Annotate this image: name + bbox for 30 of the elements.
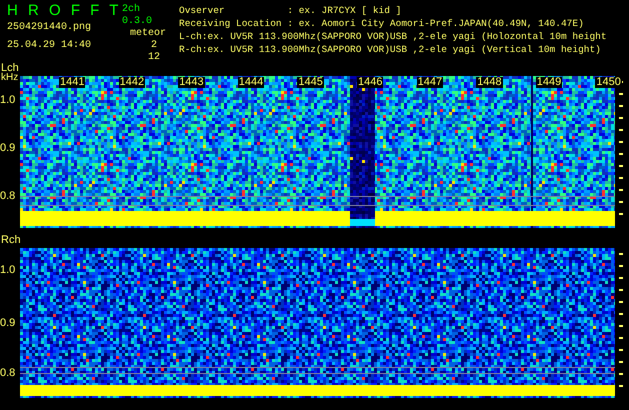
time-label: 1446	[357, 77, 384, 88]
info-line: Ovserver : ex. JR7CYX [ kid ]	[179, 4, 402, 17]
axis-label: 0.8	[0, 367, 16, 379]
channel-label: Lch	[1, 62, 19, 74]
axis-label: 1.0	[0, 264, 16, 276]
axis-label: 0.8	[0, 190, 16, 202]
time-label: 1450	[595, 77, 622, 88]
mode-label: meteor	[130, 28, 166, 40]
time-label: 1448	[476, 77, 503, 88]
channel-label: Rch	[1, 234, 21, 246]
axis-label: 0.9	[0, 142, 16, 154]
time-label: 1443	[178, 77, 205, 88]
time-label: 1442	[118, 77, 146, 88]
count-label: 2	[150, 40, 157, 52]
version-label: 2ch 0.3.0	[122, 4, 154, 28]
time-label: 1445	[297, 77, 324, 88]
app-title: H R O F F T	[7, 2, 122, 20]
time-label: 1449	[536, 77, 562, 88]
unit-label: kHz	[1, 72, 18, 83]
count-label: 12	[146, 52, 160, 64]
axis-label: 1.0	[0, 94, 16, 106]
file-name: 2504291440.png	[7, 21, 92, 35]
time-label: 1444	[238, 77, 264, 88]
info-line: Receiving Location : ex. Aomori City Aomori-Pref.JAPAN(40.49N, 140.47E)	[179, 17, 584, 30]
time-label: 1441	[59, 77, 86, 88]
info-line: L-ch:ex. UV5R 113.900Mhz(SAPPORO VOR)USB ,2-ele yagi (Holozontal 10m height	[179, 30, 607, 43]
info-line: R-ch:ex. UV5R 113.900Mhz(SAPPORO VOR)USB ,2-ele yagi (Vertical 10m height)	[179, 43, 601, 56]
time-label: 1447	[416, 77, 444, 88]
axis-label: 0.9	[0, 317, 16, 329]
timestamp: 25.04.29 14:40	[7, 39, 92, 53]
